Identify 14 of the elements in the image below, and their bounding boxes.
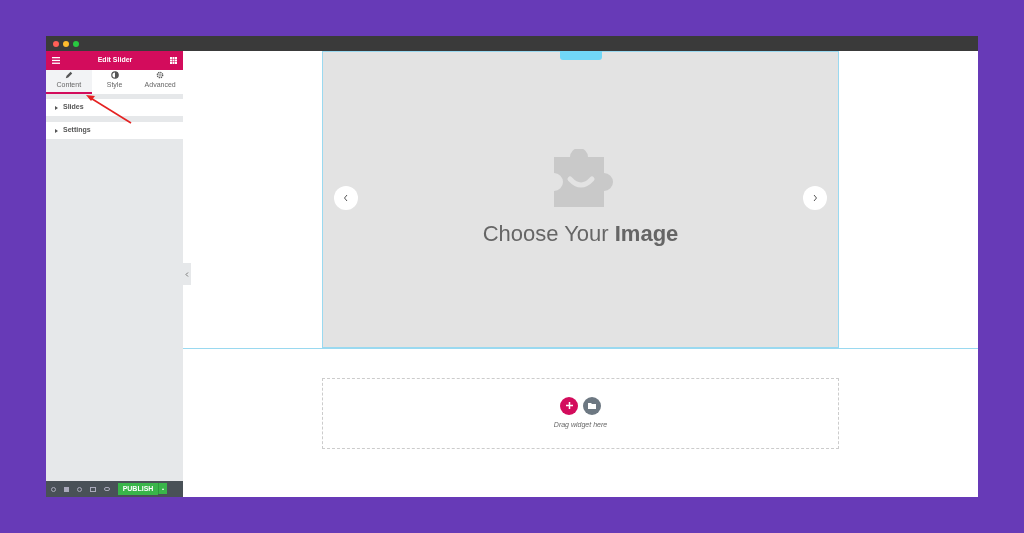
plus-icon bbox=[565, 402, 573, 410]
folder-button[interactable] bbox=[583, 396, 601, 415]
arrow bbox=[86, 95, 132, 124]
placeholder-text: Choose Your Image bbox=[482, 220, 679, 248]
folder-icon bbox=[588, 402, 596, 409]
collapse-handle[interactable] bbox=[183, 263, 191, 285]
add-button[interactable] bbox=[560, 396, 578, 415]
grid-icon[interactable] bbox=[170, 57, 177, 64]
chevron-left-icon bbox=[185, 271, 189, 277]
chevron-left-icon bbox=[343, 194, 349, 202]
contrast-icon bbox=[110, 71, 119, 80]
menu-icon[interactable] bbox=[52, 57, 60, 64]
chevron-right-icon bbox=[812, 194, 818, 202]
section-handle[interactable] bbox=[559, 51, 602, 60]
